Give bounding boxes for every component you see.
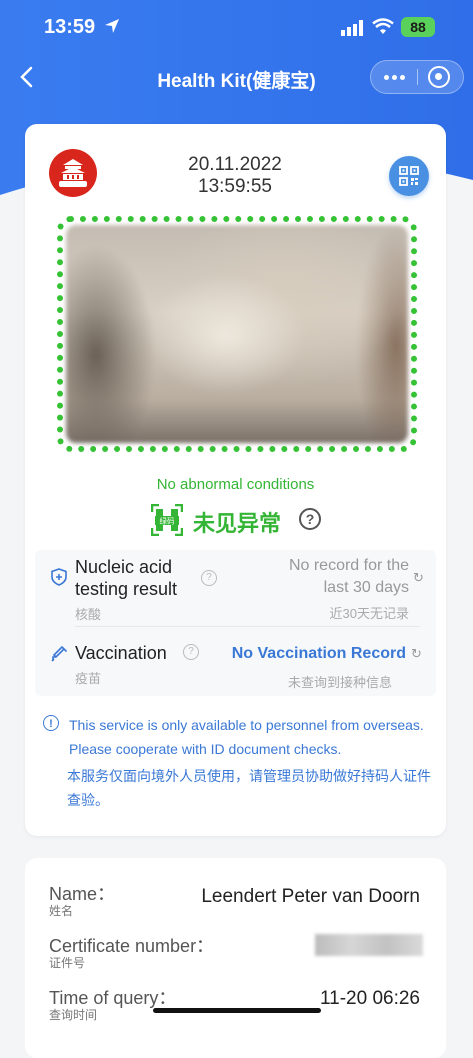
location-arrow-icon xyxy=(105,19,119,33)
nucleic-refresh-icon[interactable]: ↻ xyxy=(413,570,424,586)
beijing-health-kit-logo xyxy=(49,149,97,197)
clock: 13:59 xyxy=(44,16,96,38)
mini-program-capsule xyxy=(370,60,464,94)
vaccination-refresh-icon[interactable]: ↻ xyxy=(411,646,422,662)
nucleic-value: No record for the last 30 days xyxy=(288,557,409,596)
qr-code-button[interactable] xyxy=(389,156,429,196)
notice-english: This service is only available to person… xyxy=(69,717,424,757)
shield-icon xyxy=(51,568,67,586)
vaccination-value-cn: 未查询到接种信息 xyxy=(287,675,392,690)
vaccination-help-icon[interactable]: ? xyxy=(183,644,199,660)
nucleic-label: Nucleic acid testing result xyxy=(75,557,178,599)
row-divider xyxy=(75,626,420,627)
vaccination-label: Vaccination xyxy=(75,643,167,663)
signal-icon xyxy=(341,20,363,36)
date-text: 20.11.2022 xyxy=(188,154,282,175)
query-datetime: 20.11.2022 13:59:55 xyxy=(155,154,315,198)
syringe-icon xyxy=(51,646,67,662)
name-label-cn: 姓名 xyxy=(49,904,74,918)
green-code-label: 绿码 xyxy=(160,517,175,526)
status-english: No abnormal conditions xyxy=(156,476,315,493)
time-text: 13:59:55 xyxy=(198,176,272,197)
nucleic-help-icon[interactable]: ? xyxy=(201,570,217,586)
holder-photo xyxy=(66,225,408,443)
notice-chinese: 本服务仅面向境外人员使用，请管理员协助做好持码人证件查验。 xyxy=(67,768,431,808)
qr-code-icon xyxy=(399,166,419,186)
nucleic-value-cn: 近30天无记录 xyxy=(329,606,409,621)
info-icon: ! xyxy=(43,715,59,731)
query-time-label-cn: 查询时间 xyxy=(49,1008,98,1022)
help-icon[interactable]: ? xyxy=(299,508,321,530)
status-bar: 13:59 88 xyxy=(0,0,473,56)
test-records-panel: Nucleic acid testing result ? 核酸 No reco… xyxy=(35,550,436,696)
certificate-number-redacted xyxy=(315,934,423,956)
health-code-card: 20.11.2022 13:59:55 No abnormal conditio… xyxy=(25,124,446,836)
query-time-value: 11-20 06:26 xyxy=(319,988,420,1009)
nucleic-label-cn: 核酸 xyxy=(75,607,102,622)
battery-indicator: 88 xyxy=(401,17,435,37)
certificate-label-cn: 证件号 xyxy=(49,956,86,970)
green-code-icon: 绿码 xyxy=(151,504,183,536)
capsule-divider xyxy=(417,69,418,85)
nav-bar: Health Kit(健康宝) xyxy=(0,56,473,100)
vaccination-label-cn: 疫苗 xyxy=(75,671,102,686)
name-value: Leendert Peter van Doorn xyxy=(201,886,420,907)
home-indicator[interactable] xyxy=(153,1008,321,1013)
more-options-button[interactable] xyxy=(371,61,417,93)
vaccination-value[interactable]: No Vaccination Record xyxy=(215,645,406,663)
wifi-icon xyxy=(372,18,394,34)
status-chinese: 未见异常 xyxy=(193,511,282,536)
close-mini-program-button[interactable] xyxy=(428,66,450,88)
personal-info-card: Name： 姓名 Leendert Peter van Doorn Certif… xyxy=(25,858,446,1058)
